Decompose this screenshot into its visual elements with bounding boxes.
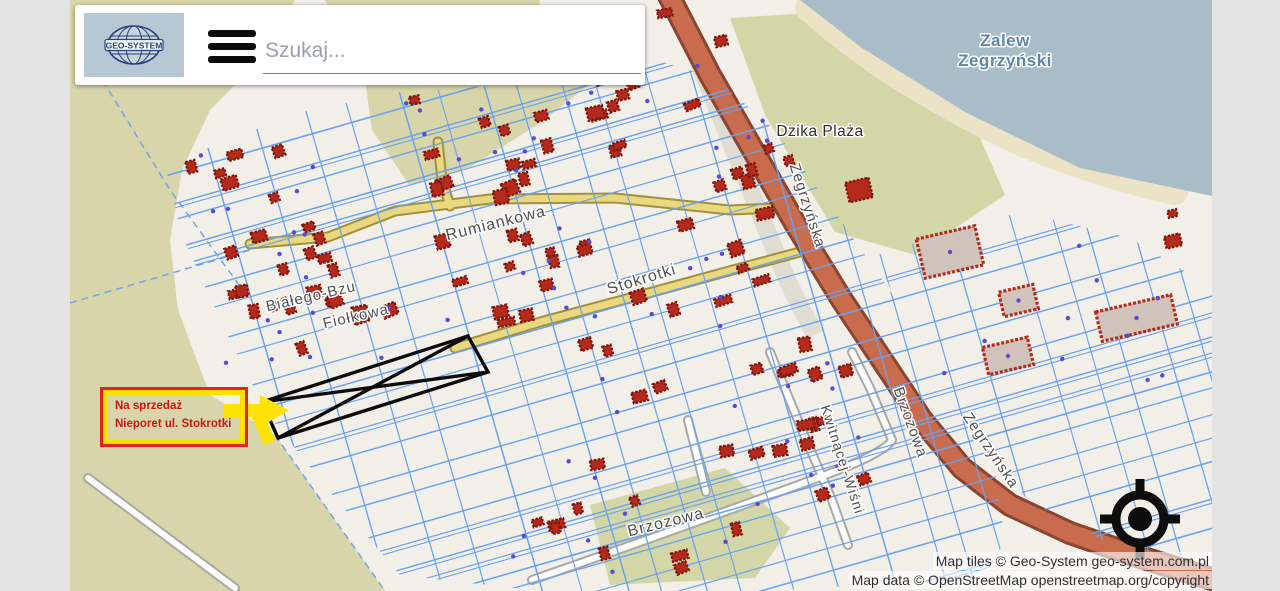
- search-card: GEO-SYSTEM: [75, 5, 645, 85]
- water-label-line2: Zegrzyński: [958, 51, 1052, 70]
- for-sale-annotation: Na sprzedaż Nieporet ul. Stokrotki: [100, 387, 249, 447]
- geo-system-logo[interactable]: GEO-SYSTEM: [84, 13, 184, 77]
- map-canvas[interactable]: Zalew Zegrzyński Dzika Plaża Zegrzyńska …: [70, 0, 1212, 591]
- search-input[interactable]: [263, 29, 641, 74]
- place-label-dzika-plaza: Dzika Plaża: [776, 123, 863, 140]
- hamburger-icon: [208, 30, 256, 37]
- page: { "header": { "logo": "GEO-SYSTEM", "sea…: [0, 0, 1280, 591]
- attribution-data: Map data © OpenStreetMap openstreetmap.o…: [848, 571, 1212, 589]
- annotation-line2: Nieporet ul. Stokrotki: [115, 417, 232, 430]
- logo-text: GEO-SYSTEM: [106, 41, 163, 51]
- map-tiles: Zalew Zegrzyński Dzika Plaża Zegrzyńska …: [70, 0, 1212, 591]
- attribution-tiles: Map tiles © Geo-System geo-system.com.pl: [932, 552, 1212, 570]
- water-label-line1: Zalew: [980, 31, 1030, 50]
- globe-icon: GEO-SYSTEM: [104, 25, 164, 65]
- annotation-line1: Na sprzedaż: [115, 400, 183, 412]
- menu-button[interactable]: [208, 30, 258, 64]
